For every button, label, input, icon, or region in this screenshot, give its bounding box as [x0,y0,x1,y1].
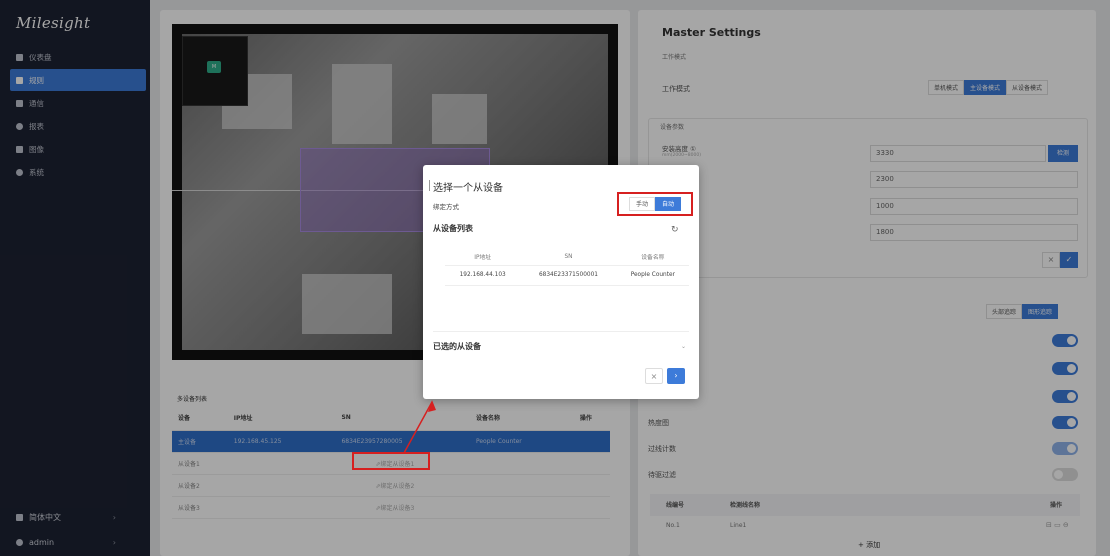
next-icon[interactable]: › [667,368,685,384]
highlight-box-bind-mode [617,192,693,216]
divider [433,331,689,332]
refresh-icon[interactable]: ↻ [671,225,679,235]
chevron-down-icon[interactable]: ⌄ [681,343,686,350]
modal-title: 选择一个从设备 [429,179,503,194]
close-icon[interactable]: × [645,368,663,384]
slave-list-title: 从设备列表 [433,224,473,233]
selected-slave-title: 已选的从设备 [433,342,481,351]
bind-mode-label: 绑定方式 [433,203,459,211]
slave-table: IP地址 SN 设备名称 192.168.44.103 6834E2337150… [445,249,689,286]
table-row[interactable]: 192.168.44.103 6834E23371500001 People C… [445,265,689,286]
highlight-box-bind-link [352,452,430,470]
